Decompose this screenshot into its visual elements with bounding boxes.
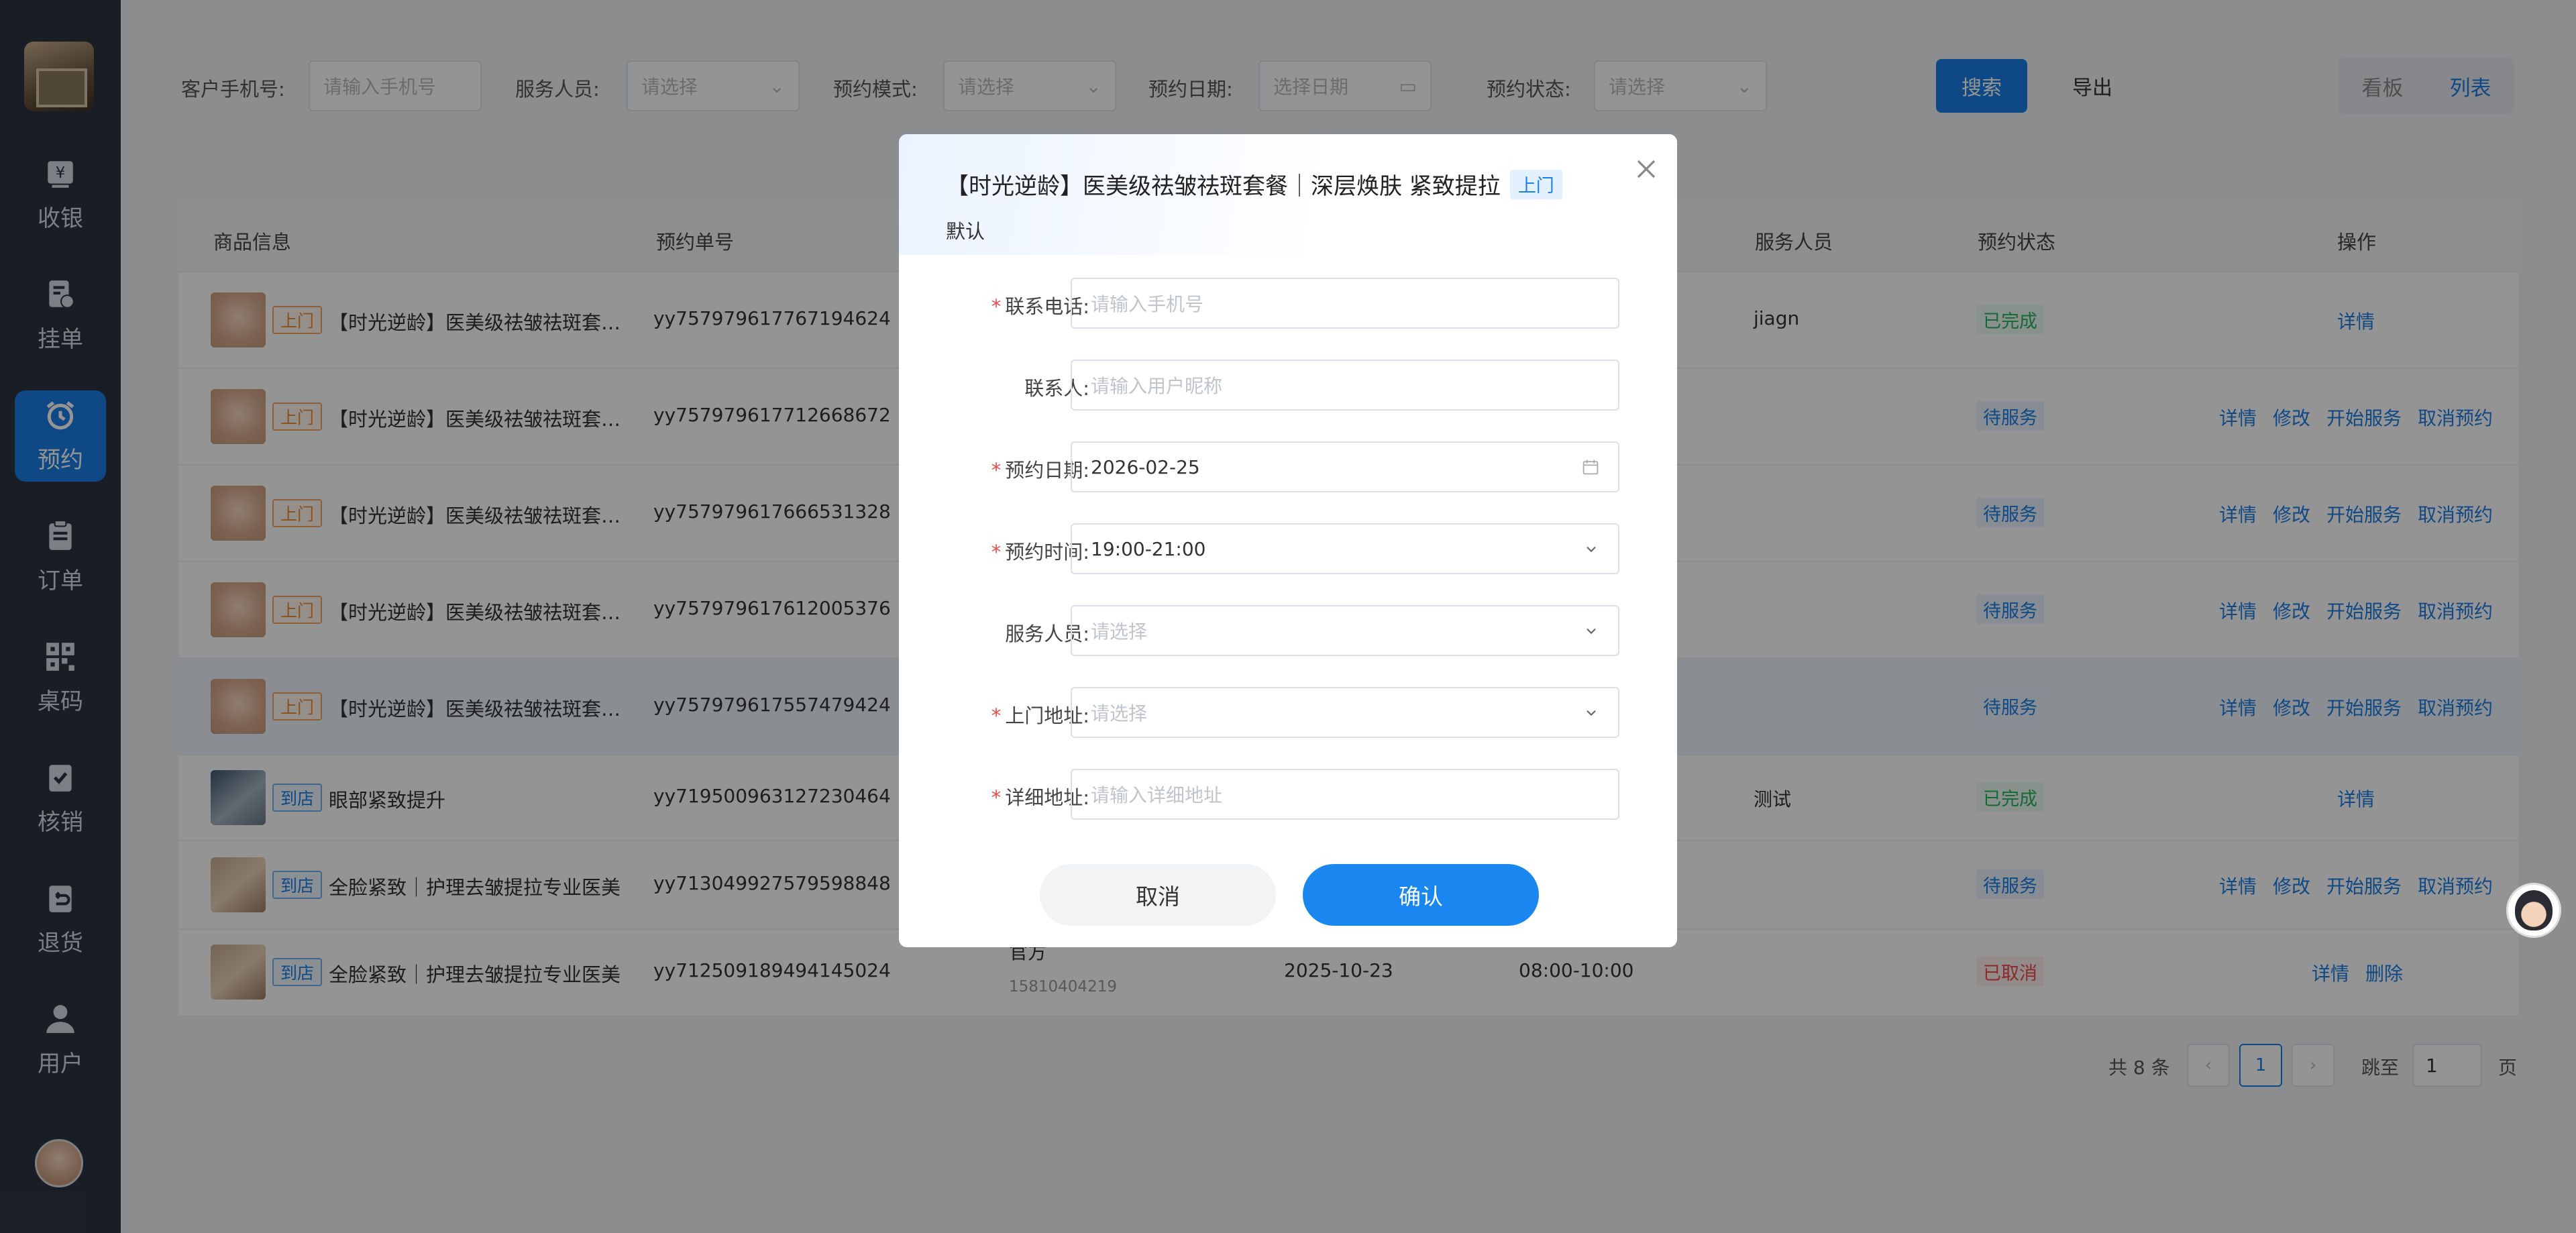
modal-subtitle: 默认 (946, 220, 985, 243)
required-mark: * (991, 786, 1002, 809)
detail-address-placeholder: 请输入详细地址 (1091, 784, 1223, 806)
address-select[interactable]: 请选择 (1071, 687, 1619, 738)
required-mark: * (991, 295, 1002, 318)
modal-title: 【时光逆龄】医美级祛皱祛斑套餐｜深层焕肤 紧致提拉 上门 (946, 168, 1562, 201)
chevron-down-icon (1587, 628, 1596, 635)
staff-select[interactable]: 请选择 (1071, 605, 1619, 656)
staff-placeholder: 请选择 (1091, 621, 1148, 643)
required-mark: * (991, 459, 1002, 482)
time-value: 19:00-21:00 (1091, 537, 1206, 560)
form-row-staff: 服务人员: 请选择 (899, 605, 1677, 656)
contact-input[interactable]: 请输入用户昵称 (1071, 360, 1619, 411)
phone-placeholder: 请输入手机号 (1091, 293, 1204, 315)
form-row-time: * 预约时间: 19:00-21:00 (899, 523, 1677, 574)
form-row-detail-address: * 详细地址: 请输入详细地址 (899, 769, 1677, 820)
address-placeholder: 请选择 (1091, 702, 1148, 725)
form-row-address: * 上门地址: 请选择 (899, 687, 1677, 738)
contact-placeholder: 请输入用户昵称 (1091, 375, 1223, 397)
modal-title-text: 【时光逆龄】医美级祛皱祛斑套餐｜深层焕肤 紧致提拉 (946, 173, 1501, 200)
confirm-button[interactable]: 确认 (1303, 864, 1539, 926)
form-row-date: * 预约日期: 2026-02-25 (899, 441, 1677, 492)
time-select[interactable]: 19:00-21:00 (1071, 523, 1619, 574)
cancel-button[interactable]: 取消 (1040, 864, 1276, 926)
form-row-phone: * 联系电话: 请输入手机号 (899, 278, 1677, 329)
date-picker[interactable]: 2026-02-25 (1071, 441, 1619, 492)
support-avatar[interactable] (2506, 883, 2561, 938)
chevron-down-icon (1587, 546, 1596, 553)
close-icon[interactable] (1633, 156, 1660, 182)
form-row-contact: 联系人: 请输入用户昵称 (899, 360, 1677, 411)
booking-edit-modal: 【时光逆龄】医美级祛皱祛斑套餐｜深层焕肤 紧致提拉 上门 默认 * 联系电话: 请… (899, 134, 1677, 947)
date-value: 2026-02-25 (1091, 455, 1200, 478)
chevron-down-icon (1587, 710, 1596, 716)
calendar-icon (1582, 460, 1599, 475)
modal-type-tag: 上门 (1509, 169, 1562, 199)
required-mark: * (991, 704, 1002, 727)
required-mark: * (991, 541, 1002, 564)
phone-input[interactable]: 请输入手机号 (1071, 278, 1619, 329)
detail-address-input[interactable]: 请输入详细地址 (1071, 769, 1619, 820)
